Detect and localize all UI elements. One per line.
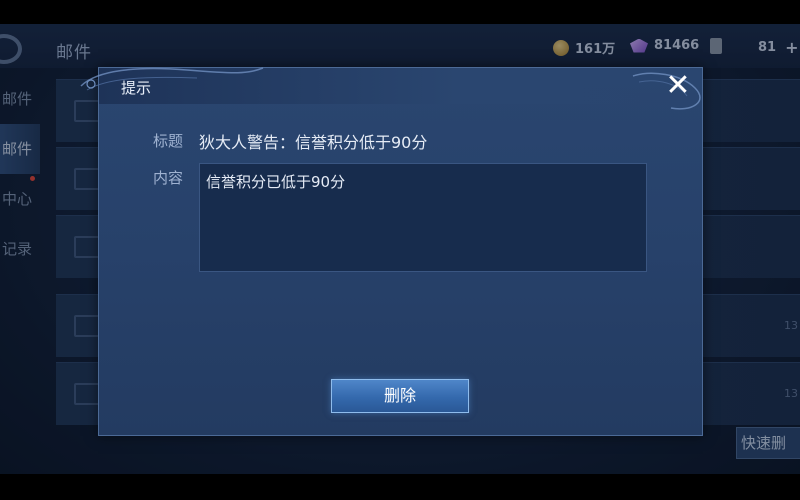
delete-button[interactable]: 删除 bbox=[331, 379, 469, 413]
subject-label: 标题 bbox=[153, 132, 184, 150]
content-box: 信誉积分已低于90分 bbox=[199, 163, 647, 272]
dialog-title: 提示 bbox=[121, 79, 152, 97]
close-icon[interactable]: ✕ bbox=[662, 70, 694, 102]
subject-value: 狄大人警告：信誉积分低于90分 bbox=[199, 133, 428, 152]
content-value: 信誉积分已低于90分 bbox=[206, 173, 346, 191]
content-label: 内容 bbox=[153, 169, 184, 187]
game-screen: 邮件 161万 81466 81 + 邮件 邮件 中心 记录 13 13 快速删… bbox=[0, 24, 800, 474]
swirl-ornament-icon bbox=[80, 67, 264, 91]
notice-dialog: 提示 ✕ 标题 狄大人警告：信誉积分低于90分 内容 信誉积分已低于90分 删除 bbox=[80, 67, 703, 436]
